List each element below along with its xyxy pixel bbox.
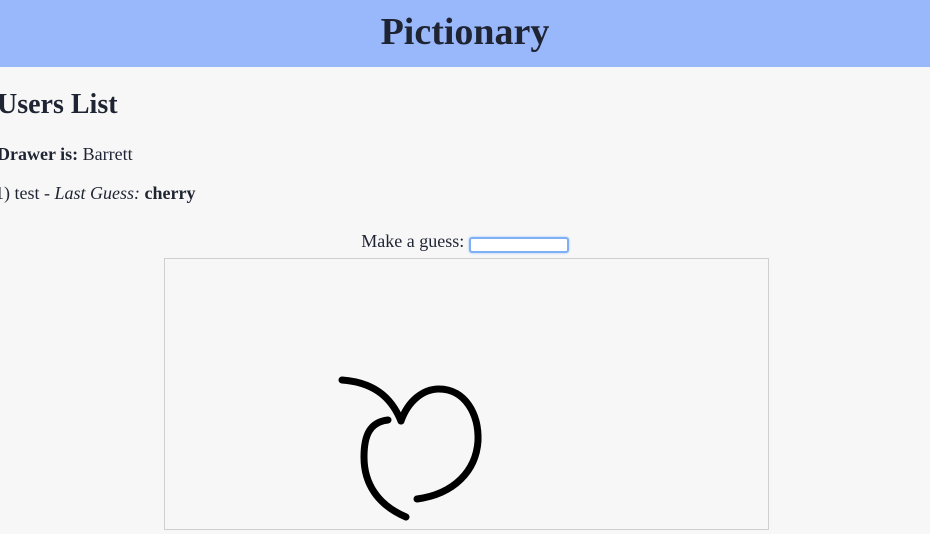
drawing-stroke-left [360,416,410,521]
guess-label: Make a guess: [361,231,465,251]
user-separator: - [44,183,50,203]
drawer-name: Barrett [82,144,133,164]
drawing-stroke-fruit [397,385,482,503]
drawing-stroke-stem [338,376,405,425]
guess-input[interactable] [468,236,569,253]
user-index: 1) [0,183,10,203]
drawer-info: Drawer is: Barrett [0,143,133,165]
last-guess-value: cherry [144,183,196,203]
last-guess-label: Last Guess: [54,183,141,203]
drawer-label: Drawer is: [0,144,79,164]
drawing-canvas[interactable] [164,258,769,530]
guess-row: Make a guess: [0,229,930,253]
drawing-surface[interactable] [165,259,768,529]
users-list-title: Users List [0,89,118,120]
app-title: Pictionary [380,11,550,53]
header-bar: Pictionary [0,0,930,67]
list-item: 1) test - Last Guess: cherry [0,182,195,204]
user-name: test [14,183,40,203]
